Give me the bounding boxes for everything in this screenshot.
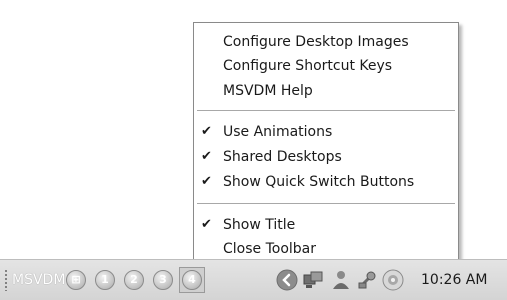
taskbar: MSVDM ⊞ 1 2 3 4 10:26 AM (0, 259, 507, 300)
all-desktops-button[interactable]: ⊞ (66, 270, 86, 290)
desktop-4-label: 4 (182, 270, 202, 290)
menu-item-label: Close Toolbar (223, 241, 317, 257)
menu-item-close-toolbar[interactable]: Close Toolbar (194, 238, 458, 260)
checkmark-icon: ✔ (201, 124, 212, 139)
menu-item-show-title[interactable]: ✔ Show Title (194, 214, 458, 236)
checkmark-icon: ✔ (201, 217, 212, 232)
user-icon[interactable] (330, 269, 352, 291)
toolbar-title: MSVDM (12, 272, 66, 288)
disc-icon[interactable] (382, 269, 404, 291)
network-monitor-icon[interactable] (302, 269, 324, 291)
menu-item-label: Shared Desktops (223, 149, 342, 165)
menu-item-label: Show Quick Switch Buttons (223, 174, 415, 190)
menu-item-label: Configure Shortcut Keys (223, 58, 393, 74)
menu-item-label: Configure Desktop Images (223, 34, 409, 50)
menu-item-label: Show Title (223, 217, 296, 233)
menu-separator (197, 110, 455, 111)
tools-icon[interactable] (356, 269, 378, 291)
desktop-3-button[interactable]: 3 (153, 270, 173, 290)
menu-item-label: MSVDM Help (223, 83, 313, 99)
desktop-2-button[interactable]: 2 (124, 270, 144, 290)
toolbar-grip-handle[interactable] (4, 269, 8, 291)
back-arrow-icon[interactable] (276, 269, 298, 291)
system-clock[interactable]: 10:26 AM (421, 269, 487, 291)
menu-item-shared-desktops[interactable]: ✔ Shared Desktops (194, 146, 458, 168)
menu-item-label: Use Animations (223, 124, 333, 140)
menu-item-use-animations[interactable]: ✔ Use Animations (194, 121, 458, 143)
context-menu: Configure Desktop Images Configure Short… (193, 22, 459, 267)
menu-separator (197, 203, 455, 204)
menu-item-show-quick-switch-buttons[interactable]: ✔ Show Quick Switch Buttons (194, 171, 458, 193)
desktop-1-button[interactable]: 1 (95, 270, 115, 290)
menu-item-msvdm-help[interactable]: MSVDM Help (194, 80, 458, 102)
checkmark-icon: ✔ (201, 174, 212, 189)
menu-item-configure-desktop-images[interactable]: Configure Desktop Images (194, 31, 458, 53)
desktop-4-button-active[interactable]: 4 (179, 267, 205, 293)
checkmark-icon: ✔ (201, 149, 212, 164)
menu-item-configure-shortcut-keys[interactable]: Configure Shortcut Keys (194, 55, 458, 77)
